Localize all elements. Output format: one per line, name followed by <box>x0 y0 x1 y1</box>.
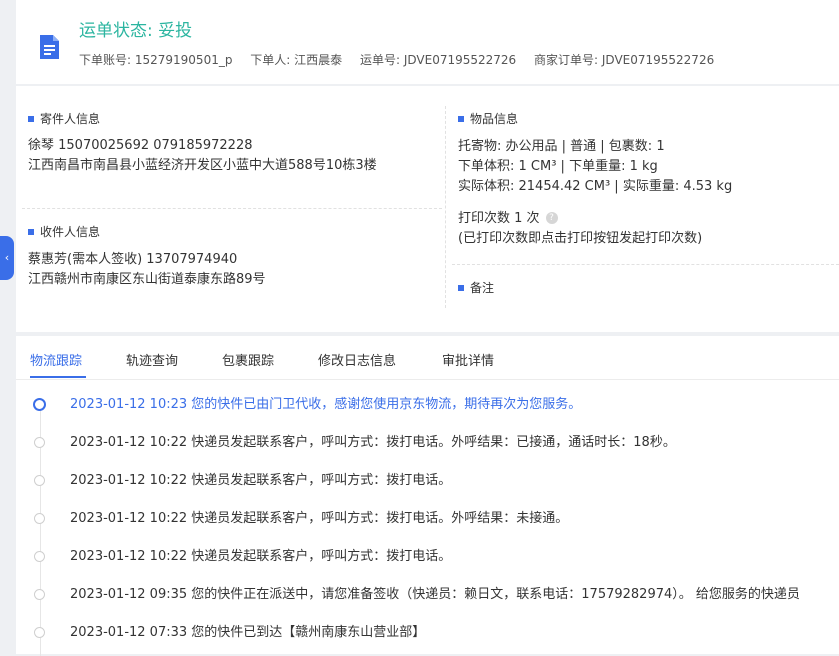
merchant-order-number: 商家订单号: JDVE07195522726 <box>534 53 715 67</box>
order-volume-weight: 下单体积: 1 CM³ | 下单重量: 1 kg <box>458 159 658 174</box>
goods-section-title: 物品信息 <box>458 110 518 127</box>
sender-contact: 徐琴 15070025692 079185972228 <box>28 138 253 153</box>
receiver-contact: 蔡惠芳(需本人签收) 13707974940 <box>28 252 238 267</box>
timeline-item: 2023-01-12 10:22 快递员发起联系客户，呼叫方式：拨打电话。 <box>16 470 839 494</box>
goods-content: 托寄物: 办公用品 | 普通 | 包裹数: 1 <box>458 139 665 154</box>
chevron-left-icon: ‹ <box>4 251 10 264</box>
tab-logistics-tracking[interactable]: 物流跟踪 <box>30 350 82 369</box>
timeline-text: 2023-01-12 10:22 快递员发起联系客户，呼叫方式：拨打电话。外呼结… <box>70 435 676 450</box>
order-account: 下单账号: 15279190501_p <box>79 53 233 67</box>
waybill-status: 运单状态: 妥投 <box>79 21 193 41</box>
timeline-text: 2023-01-12 07:33 您的快件已到达【赣州南康东山营业部】 <box>70 625 426 640</box>
receiver-section-title: 收件人信息 <box>28 223 100 240</box>
print-count-label: 打印次数 1 次 <box>458 211 540 226</box>
timeline-item: 2023-01-12 10:22 快递员发起联系客户，呼叫方式：拨打电话。外呼结… <box>16 508 839 532</box>
column-divider <box>445 106 446 308</box>
timeline-dot <box>34 437 45 448</box>
timeline-text: 2023-01-12 10:22 快递员发起联系客户，呼叫方式：拨打电话。 <box>70 549 452 564</box>
waybill-header: 运单状态: 妥投 下单账号: 15279190501_p 下单人: 江西晨泰 运… <box>16 0 839 84</box>
tab-package-tracking[interactable]: 包裹跟踪 <box>222 350 274 369</box>
receiver-address: 江西赣州市南康区东山街道泰康东路89号 <box>28 272 266 287</box>
timeline-dot <box>34 627 45 638</box>
document-icon <box>40 35 59 59</box>
sender-address: 江西南昌市南昌县小蓝经济开发区小蓝中大道588号10栋3楼 <box>28 158 377 173</box>
timeline-text: 2023-01-12 09:35 您的快件正在派送中，请您准备签收（快递员：赖日… <box>70 587 800 602</box>
divider <box>452 264 839 265</box>
timeline-item: 2023-01-12 07:33 您的快件已到达【赣州南康东山营业部】 <box>16 622 839 646</box>
timeline-dot <box>34 513 45 524</box>
timeline-item: 2023-01-12 09:35 您的快件正在派送中，请您准备签收（快递员：赖日… <box>16 584 839 608</box>
tab-approval-details[interactable]: 审批详情 <box>442 350 494 369</box>
timeline-dot <box>34 551 45 562</box>
help-icon[interactable]: ? <box>545 211 558 224</box>
collapse-tab[interactable]: ‹ <box>0 236 14 280</box>
waybill-number: 运单号: JDVE07195522726 <box>359 53 517 67</box>
order-person: 下单人: 江西晨泰 <box>250 53 343 67</box>
waybill-meta: 下单账号: 15279190501_p 下单人: 江西晨泰 运单号: JDVE0… <box>79 51 728 68</box>
timeline-dot <box>34 589 45 600</box>
timeline-text: 2023-01-12 10:23 您的快件已由门卫代收，感谢您使用京东物流，期待… <box>70 397 582 412</box>
active-tab-indicator <box>30 376 86 378</box>
timeline-text: 2023-01-12 10:22 快递员发起联系客户，呼叫方式：拨打电话。 <box>70 473 452 488</box>
actual-volume-weight: 实际体积: 21454.42 CM³ | 实际重量: 4.53 kg <box>458 179 733 194</box>
sender-section-title: 寄件人信息 <box>28 110 100 127</box>
info-panel: 寄件人信息 徐琴 15070025692 079185972228 江西南昌市南… <box>16 86 839 332</box>
tab-modification-log[interactable]: 修改日志信息 <box>318 350 396 369</box>
timeline-item: 2023-01-12 10:22 快递员发起联系客户，呼叫方式：拨打电话。 <box>16 546 839 570</box>
tab-trajectory-query[interactable]: 轨迹查询 <box>126 350 178 369</box>
divider <box>22 208 442 209</box>
print-note: (已打印次数即点击打印按钮发起打印次数) <box>458 231 703 246</box>
remark-section-title: 备注 <box>458 279 494 296</box>
timeline-dot-active <box>33 398 46 411</box>
timeline-dot <box>34 475 45 486</box>
timeline-item: 2023-01-12 10:22 快递员发起联系客户，呼叫方式：拨打电话。外呼结… <box>16 432 839 456</box>
tracking-panel: 物流跟踪 轨迹查询 包裹跟踪 修改日志信息 审批详情 2023-01-12 10… <box>16 336 839 656</box>
timeline-text: 2023-01-12 10:22 快递员发起联系客户，呼叫方式：拨打电话。外呼结… <box>70 511 569 526</box>
print-count: 打印次数 1 次? <box>458 209 558 229</box>
timeline-item: 2023-01-12 10:23 您的快件已由门卫代收，感谢您使用京东物流，期待… <box>16 394 839 418</box>
tab-bar: 物流跟踪 轨迹查询 包裹跟踪 修改日志信息 审批详情 <box>16 336 839 380</box>
